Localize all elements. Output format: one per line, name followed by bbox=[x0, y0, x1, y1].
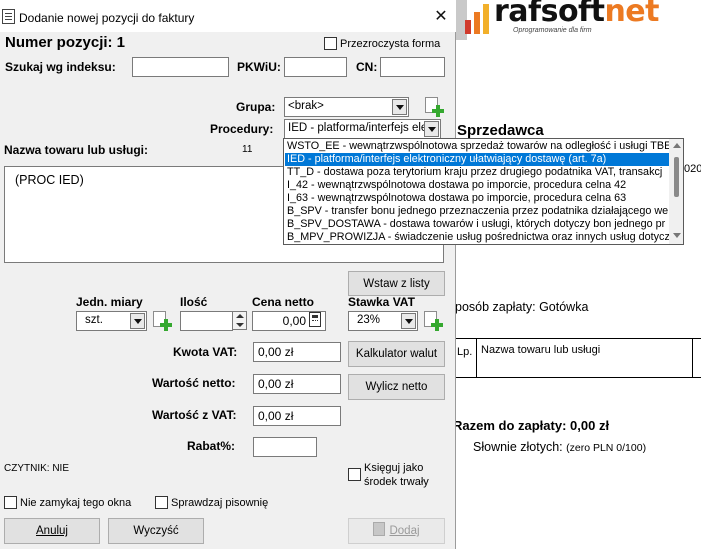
keep-open-checkbox[interactable] bbox=[4, 496, 17, 509]
chevron-down-icon[interactable] bbox=[424, 121, 439, 137]
keep-open-label: Nie zamykaj tego okna bbox=[20, 497, 132, 509]
cn-input[interactable] bbox=[380, 57, 445, 77]
add-unit-button[interactable] bbox=[150, 310, 172, 332]
product-name-label: Nazwa towaru lub usługi: bbox=[4, 143, 149, 157]
reader-status: CZYTNIK: NIE bbox=[4, 463, 70, 474]
procedures-dropdown-list[interactable]: WSTO_EE - wewnątrzwspólnotowa sprzedaż t… bbox=[283, 138, 684, 245]
vat-rate-label: Stawka VAT bbox=[348, 295, 415, 309]
clear-button[interactable]: Wyczyść bbox=[108, 518, 204, 544]
cn-label: CN: bbox=[356, 60, 378, 74]
transparent-form-checkbox[interactable] bbox=[324, 37, 337, 50]
col-lp: Lp. bbox=[455, 339, 477, 377]
group-value: <brak> bbox=[288, 100, 324, 112]
title-bar: Dodanie nowej pozycji do faktury ✕ bbox=[0, 0, 456, 32]
close-icon[interactable]: ✕ bbox=[429, 5, 453, 29]
add-group-button[interactable] bbox=[422, 96, 444, 118]
gross-value-field: 0,00 zł bbox=[253, 406, 341, 426]
items-table: Lp. Nazwa towaru lub usługi bbox=[455, 338, 701, 378]
add-button-label: Dodaj bbox=[389, 525, 420, 537]
plus-icon bbox=[160, 319, 172, 331]
fixed-asset-label-2: środek trwały bbox=[364, 476, 429, 488]
procedure-option[interactable]: B_SPV - transfer bonu jednego przeznacze… bbox=[285, 205, 669, 218]
qty-label: Ilość bbox=[180, 295, 208, 309]
unit-label: Jedn. miary bbox=[76, 295, 143, 309]
logo-tagline: Oprogramowanie dla firm bbox=[513, 27, 592, 34]
fixed-asset-checkbox[interactable] bbox=[348, 468, 361, 481]
vat-amount-label: Kwota VAT: bbox=[173, 345, 238, 359]
up-arrow-icon[interactable] bbox=[236, 314, 244, 318]
seller-heading: Sprzedawca bbox=[457, 122, 544, 139]
calculator-icon[interactable] bbox=[309, 312, 321, 327]
logo-bars-icon bbox=[465, 4, 491, 34]
amount-in-words: Słownie złotych: (zero PLN 0/100) bbox=[473, 440, 647, 454]
down-arrow-icon[interactable] bbox=[236, 323, 244, 327]
net-value-label: Wartość netto: bbox=[152, 376, 236, 390]
add-document-icon bbox=[373, 522, 386, 536]
plus-icon bbox=[431, 319, 443, 331]
vat-rate-value: 23% bbox=[357, 314, 381, 326]
procedures-label: Procedury: bbox=[210, 122, 274, 136]
logo: rafsoftnet bbox=[494, 0, 659, 29]
net-value-field: 0,00 zł bbox=[253, 374, 341, 394]
pkwiu-label: PKWiU: bbox=[237, 60, 281, 74]
pkwiu-input[interactable] bbox=[284, 57, 347, 77]
dialog-title: Dodanie nowej pozycji do faktury bbox=[19, 11, 195, 25]
unit-select[interactable]: szt. bbox=[76, 311, 147, 331]
vat-amount-field: 0,00 zł bbox=[253, 342, 341, 362]
dropdown-scrollbar[interactable] bbox=[669, 139, 683, 244]
discount-label: Rabat%: bbox=[187, 439, 236, 453]
procedure-option-selected[interactable]: IED - platforma/interfejs elektroniczny … bbox=[285, 153, 669, 166]
qty-stepper[interactable] bbox=[232, 311, 247, 330]
add-button[interactable]: Dodaj bbox=[348, 518, 445, 544]
unit-value: szt. bbox=[85, 314, 103, 326]
transparent-form-label: Przezroczysta forma bbox=[340, 38, 441, 50]
add-item-dialog: Dodanie nowej pozycji do faktury ✕ Numer… bbox=[0, 0, 456, 549]
spellcheck-checkbox[interactable] bbox=[155, 496, 168, 509]
insert-from-list-button[interactable]: Wstaw z listy bbox=[348, 271, 445, 296]
discount-input[interactable] bbox=[253, 437, 317, 457]
scroll-up-icon[interactable] bbox=[673, 143, 681, 148]
procedure-option[interactable]: I_42 - wewnątrzwspólnotowa dostawa po im… bbox=[285, 179, 669, 192]
procedure-option[interactable]: B_SPV_DOSTAWA - dostawa towarów i usługi… bbox=[285, 218, 669, 231]
chevron-down-icon[interactable] bbox=[392, 99, 407, 115]
search-index-input[interactable] bbox=[132, 57, 229, 77]
product-name-count: 11 bbox=[242, 144, 253, 155]
chevron-down-icon[interactable] bbox=[401, 313, 416, 329]
group-label: Grupa: bbox=[236, 100, 276, 114]
compute-net-button[interactable]: Wylicz netto bbox=[348, 374, 445, 400]
group-select[interactable]: <brak> bbox=[284, 97, 409, 117]
procedures-select[interactable]: IED - platforma/interfejs elek bbox=[284, 119, 441, 139]
cancel-button[interactable]: Anuluj bbox=[4, 518, 100, 544]
procedure-option[interactable]: B_MPV_PROWIZJA - świadczenie usług pośre… bbox=[285, 231, 669, 244]
procedure-option[interactable]: WSTO_EE - wewnątrzwspólnotowa sprzedaż t… bbox=[285, 140, 669, 153]
add-vat-rate-button[interactable] bbox=[421, 310, 443, 332]
position-number: Numer pozycji: 1 bbox=[5, 34, 126, 51]
scroll-down-icon[interactable] bbox=[673, 233, 681, 238]
scroll-thumb[interactable] bbox=[674, 157, 679, 197]
procedure-option[interactable]: I_63 - wewnątrzwspólnotowa dostawa po im… bbox=[285, 192, 669, 205]
chevron-down-icon[interactable] bbox=[130, 313, 145, 329]
currency-calculator-button[interactable]: Kalkulator walut bbox=[348, 341, 445, 367]
procedures-value: IED - platforma/interfejs elek bbox=[288, 122, 434, 134]
col-name: Nazwa towaru lub usługi bbox=[477, 339, 693, 377]
net-price-label: Cena netto bbox=[252, 295, 315, 309]
search-index-label: Szukaj wg indeksu: bbox=[5, 60, 116, 74]
date-fragment: 020 bbox=[684, 163, 701, 175]
invoice-icon bbox=[2, 9, 15, 24]
qty-input[interactable] bbox=[180, 311, 233, 331]
plus-icon bbox=[432, 105, 444, 117]
spellcheck-label: Sprawdzaj pisownię bbox=[171, 497, 269, 509]
vat-rate-select[interactable]: 23% bbox=[348, 311, 418, 331]
fixed-asset-label-1: Księguj jako bbox=[364, 462, 424, 474]
procedure-option[interactable]: TT_D - dostawa poza terytorium kraju prz… bbox=[285, 166, 669, 179]
gross-value-label: Wartość z VAT: bbox=[152, 408, 237, 422]
total-amount: Razem do zapłaty: 0,00 zł bbox=[453, 418, 610, 433]
payment-method: posób zapłaty: Gotówka bbox=[455, 300, 589, 314]
